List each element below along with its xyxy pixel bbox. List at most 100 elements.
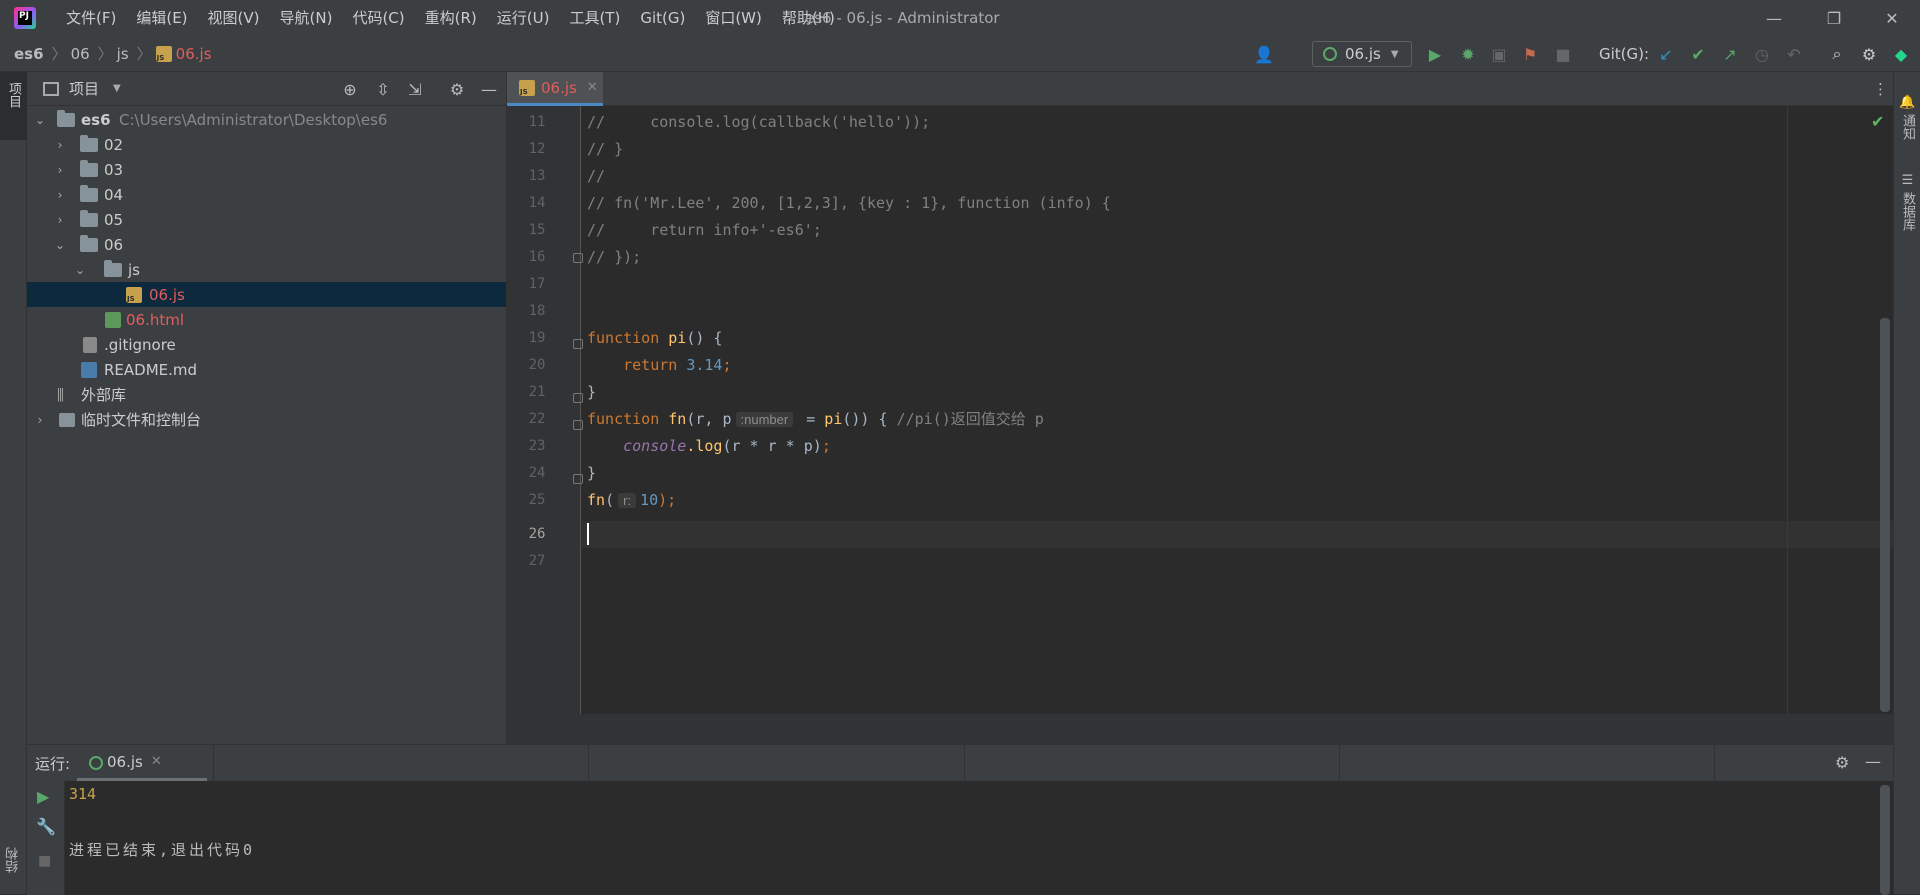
- tree-item-label: 02: [104, 135, 124, 154]
- tree-item-04[interactable]: › 04: [27, 182, 506, 207]
- editor-tab-06js[interactable]: 06.js ✕: [507, 72, 603, 106]
- code-line-25: fn(r: 10);: [587, 487, 676, 514]
- menu-run[interactable]: 运行(U): [487, 0, 560, 36]
- menu-bar: 文件(F) 编辑(E) 视图(V) 导航(N) 代码(C) 重构(R) 运行(U…: [56, 0, 845, 36]
- rerun-icon[interactable]: ▶: [37, 787, 49, 806]
- jetbrains-toolbox-icon[interactable]: ◆: [1891, 44, 1911, 64]
- chevron-right-icon[interactable]: ›: [53, 163, 67, 177]
- tree-item-label: .gitignore: [104, 335, 176, 354]
- breadcrumb-js[interactable]: js: [117, 45, 129, 63]
- folder-icon: [104, 259, 122, 277]
- restore-button[interactable]: ❐: [1806, 0, 1862, 36]
- breadcrumb-06[interactable]: 06: [71, 45, 90, 63]
- editor-scrollbar[interactable]: [1880, 318, 1890, 712]
- breadcrumb-06js[interactable]: 06.js: [176, 45, 212, 63]
- tree-item-06[interactable]: ⌄ 06: [27, 232, 506, 257]
- fold-marker-icon[interactable]: [573, 474, 583, 484]
- settings-gear-icon[interactable]: ⚙: [1859, 44, 1879, 64]
- fold-marker-icon[interactable]: [573, 420, 583, 430]
- menu-tools[interactable]: 工具(T): [559, 0, 630, 36]
- close-tab-icon[interactable]: ✕: [587, 80, 598, 95]
- chevron-right-icon[interactable]: ›: [33, 413, 47, 427]
- menu-file[interactable]: 文件(F): [56, 0, 126, 36]
- current-line-highlight: [582, 521, 1893, 548]
- menu-edit[interactable]: 编辑(E): [126, 0, 197, 36]
- line-number-gutter: 11 12 13 14 15 16 17 18 19 20 21 22 23 2…: [507, 106, 581, 714]
- tree-item-es6[interactable]: ⌄ es6 C:\Users\Administrator\Desktop\es6: [27, 107, 506, 132]
- tree-item-gitignore[interactable]: .gitignore: [27, 332, 506, 357]
- tree-item-05[interactable]: › 05: [27, 207, 506, 232]
- tree-item-02[interactable]: › 02: [27, 132, 506, 157]
- tree-item-js[interactable]: ⌄ js: [27, 257, 506, 282]
- chevron-down-icon[interactable]: ▼: [113, 83, 121, 94]
- expand-all-icon[interactable]: ⇳: [373, 79, 393, 99]
- menu-code[interactable]: 代码(C): [342, 0, 414, 36]
- console-output-line: 进程已结束,退出代码0: [69, 841, 256, 859]
- run-tab-06js[interactable]: 06.js ✕: [77, 745, 207, 781]
- project-tool-tab[interactable]: 项目: [0, 72, 27, 140]
- user-account-icon[interactable]: 👤: [1254, 44, 1274, 64]
- menu-view[interactable]: 视图(V): [198, 0, 270, 36]
- run-tool-window: 运行: 06.js ✕ ⚙ — ▶ 🔧 ■ 314 进程已结束,退出代码0: [27, 744, 1893, 895]
- panel-settings-gear-icon[interactable]: ⚙: [447, 79, 467, 99]
- stop-icon[interactable]: ■: [38, 853, 51, 869]
- stop-icon[interactable]: ■: [1553, 44, 1573, 64]
- code-editor[interactable]: 11 12 13 14 15 16 17 18 19 20 21 22 23 2…: [507, 106, 1893, 714]
- run-tab-label: 06.js: [107, 752, 143, 771]
- chevron-down-icon[interactable]: ⌄: [33, 113, 47, 127]
- fold-marker-icon[interactable]: [573, 253, 583, 263]
- git-push-icon[interactable]: ↗: [1720, 44, 1740, 64]
- git-commit-icon[interactable]: ✔: [1688, 44, 1708, 64]
- chevron-down-icon[interactable]: ⌄: [53, 238, 67, 252]
- hide-panel-icon[interactable]: —: [1865, 752, 1881, 771]
- no-problems-check-icon[interactable]: ✔: [1871, 112, 1884, 131]
- git-update-icon[interactable]: ↙: [1656, 44, 1676, 64]
- run-settings-gear-icon[interactable]: ⚙: [1835, 753, 1849, 772]
- tree-item-06html[interactable]: 06.html: [27, 307, 506, 332]
- minimize-button[interactable]: —: [1746, 0, 1802, 36]
- tree-item-03[interactable]: › 03: [27, 157, 506, 182]
- git-rollback-icon[interactable]: ↶: [1784, 44, 1804, 64]
- collapse-all-icon[interactable]: ⇲: [405, 79, 425, 99]
- search-icon[interactable]: ⌕: [1827, 44, 1847, 64]
- console-scrollbar[interactable]: [1880, 785, 1890, 895]
- code-line-21: }: [587, 383, 597, 401]
- database-tab[interactable]: ☰ 数据库: [1894, 152, 1920, 252]
- git-history-icon[interactable]: ◷: [1752, 44, 1772, 64]
- close-window-button[interactable]: ✕: [1864, 0, 1920, 36]
- tree-item-readme[interactable]: README.md: [27, 357, 506, 382]
- more-options-icon[interactable]: ⋮: [1873, 80, 1888, 98]
- notifications-tab[interactable]: 🔔 通知: [1894, 82, 1920, 152]
- project-panel-title[interactable]: 项目: [69, 78, 99, 99]
- run-configuration-dropdown[interactable]: 06.js ▼: [1312, 41, 1412, 67]
- fold-marker-icon[interactable]: [573, 393, 583, 403]
- tree-item-external-libraries[interactable]: ⫼ 外部库: [27, 382, 506, 407]
- code-line-23: console.log(r * r * p);: [587, 433, 831, 460]
- chevron-right-icon[interactable]: ›: [53, 213, 67, 227]
- menu-git[interactable]: Git(G): [630, 0, 695, 36]
- chevron-right-icon[interactable]: ›: [53, 188, 67, 202]
- tree-item-scratches[interactable]: › 临时文件和控制台: [27, 407, 506, 432]
- wrench-icon[interactable]: 🔧: [36, 817, 56, 836]
- menu-window[interactable]: 窗口(W): [695, 0, 772, 36]
- locate-file-icon[interactable]: ⊕: [340, 79, 360, 99]
- hide-panel-icon[interactable]: —: [479, 79, 499, 99]
- chevron-right-icon[interactable]: ›: [53, 138, 67, 152]
- chevron-down-icon[interactable]: ⌄: [73, 263, 87, 277]
- breadcrumb-es6[interactable]: es6: [14, 45, 44, 63]
- run-panel-header: 运行: 06.js ✕ ⚙ —: [27, 745, 1893, 781]
- code-line-24: }: [587, 464, 597, 482]
- fold-marker-icon[interactable]: [573, 339, 583, 349]
- debug-icon[interactable]: ✹: [1458, 44, 1478, 64]
- code-line-12: // }: [587, 140, 624, 158]
- close-tab-icon[interactable]: ✕: [151, 754, 162, 769]
- menu-refactor[interactable]: 重构(R): [415, 0, 487, 36]
- run-icon[interactable]: ▶: [1425, 44, 1445, 64]
- coverage-icon[interactable]: ▣: [1489, 44, 1509, 64]
- profile-icon[interactable]: ⚑: [1520, 44, 1540, 64]
- menu-navigate[interactable]: 导航(N): [270, 0, 343, 36]
- run-panel-label: 运行:: [35, 754, 71, 773]
- tree-item-label: es6: [81, 110, 111, 129]
- structure-tool-tab[interactable]: 结构: [0, 826, 27, 894]
- tree-item-06js[interactable]: 06.js: [27, 282, 506, 307]
